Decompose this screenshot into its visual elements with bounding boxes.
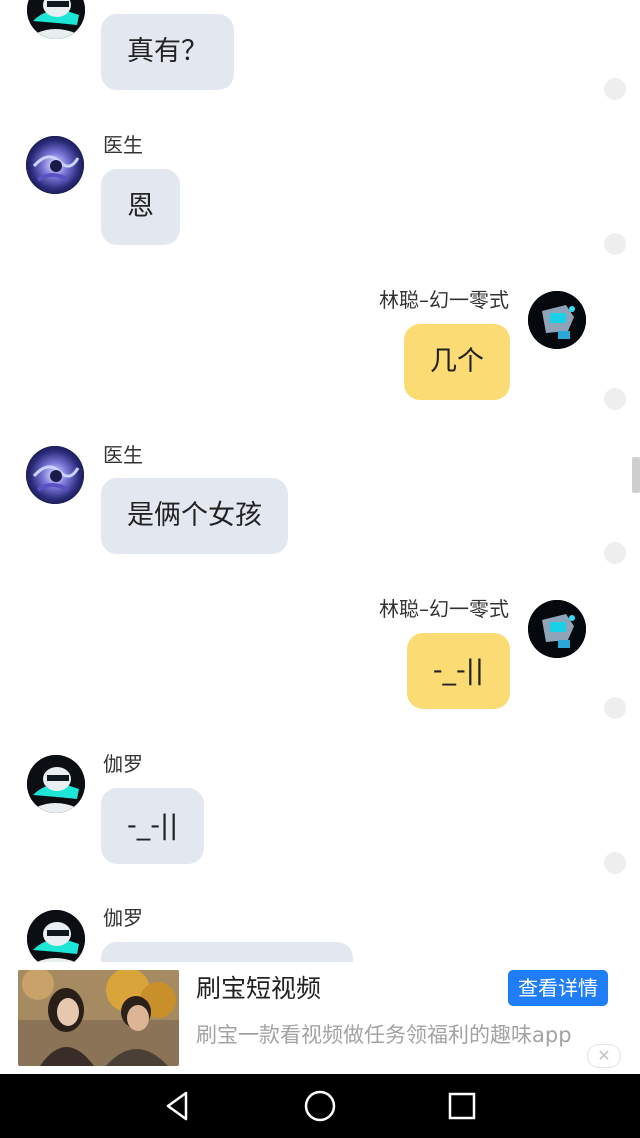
message-bubble[interactable]: 恩 [101, 169, 180, 245]
ad-banner[interactable]: 刷宝短视频 刷宝一款看视频做任务领福利的趣味app 查看详情 ✕ [0, 962, 640, 1074]
message-bubble[interactable]: -_-|| [406, 633, 510, 709]
message-bubble[interactable]: 是俩个女孩 [101, 478, 288, 554]
home-circle-icon[interactable] [302, 1088, 338, 1124]
message-bubble[interactable] [101, 942, 353, 962]
message-status-dot [604, 78, 626, 100]
message-status-dot [604, 852, 626, 874]
sender-name: 林聪–幻一零式 [379, 288, 509, 312]
message-bubble[interactable]: -_-|| [101, 788, 205, 864]
message-bubble[interactable]: 真有？ [101, 14, 234, 90]
ad-details-button[interactable]: 查看详情 [508, 970, 608, 1006]
sender-name: 伽罗 [103, 906, 143, 930]
message-status-dot [604, 233, 626, 255]
sender-avatar-robot-dark[interactable] [528, 600, 586, 658]
ad-title[interactable]: 刷宝短视频 [196, 972, 321, 1006]
sender-name: 伽罗 [103, 752, 143, 776]
chat-screen: 真有？ 医生 恩 林聪–幻一零式 几个 医生 是俩个女孩 林聪–幻一零式 -_-… [0, 0, 640, 1138]
sender-avatar-robot-cyan[interactable] [27, 755, 85, 813]
system-navigation-bar [0, 1074, 640, 1138]
message-status-dot [604, 697, 626, 719]
ad-close-icon[interactable]: ✕ [587, 1044, 621, 1068]
ad-thumbnail-image[interactable] [18, 970, 179, 1066]
chat-message-list[interactable]: 真有？ 医生 恩 林聪–幻一零式 几个 医生 是俩个女孩 林聪–幻一零式 -_-… [0, 0, 640, 962]
sender-name: 医生 [103, 133, 143, 157]
message-status-dot [604, 542, 626, 564]
sender-avatar-robot-dark[interactable] [528, 291, 586, 349]
back-triangle-icon[interactable] [160, 1088, 196, 1124]
sender-avatar-galaxy[interactable] [26, 136, 84, 194]
message-status-dot [604, 388, 626, 410]
sender-avatar-robot-cyan[interactable] [27, 0, 85, 39]
sender-avatar-galaxy[interactable] [26, 446, 84, 504]
sender-avatar-robot-cyan[interactable] [27, 910, 85, 962]
sender-name: 林聪–幻一零式 [379, 597, 509, 621]
sender-name: 医生 [103, 443, 143, 467]
ad-description[interactable]: 刷宝一款看视频做任务领福利的趣味app [196, 1020, 572, 1050]
scroll-indicator[interactable] [632, 457, 640, 493]
message-bubble[interactable]: 几个 [404, 324, 510, 400]
recents-square-icon[interactable] [444, 1088, 480, 1124]
